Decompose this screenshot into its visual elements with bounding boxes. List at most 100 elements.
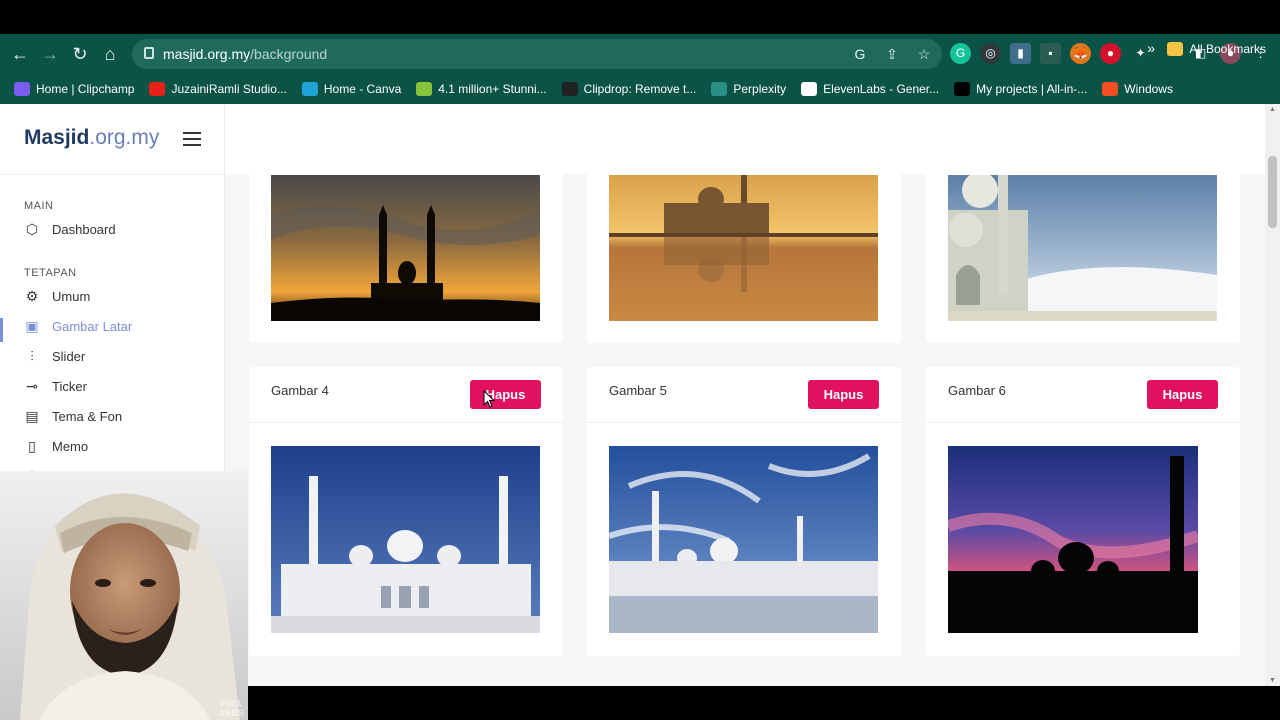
bookmark-favicon-icon bbox=[301, 82, 318, 96]
all-bookmarks-label: All Bookmarks bbox=[1189, 42, 1266, 56]
home-icon[interactable]: ⌂ bbox=[98, 42, 122, 66]
scroll-up-icon[interactable]: ▲ bbox=[1268, 106, 1277, 113]
background-image-putra-mosque-reflection[interactable] bbox=[609, 175, 878, 321]
all-bookmarks[interactable]: All Bookmarks bbox=[1167, 42, 1266, 56]
metamask-icon[interactable]: 🦊 bbox=[1070, 43, 1091, 64]
star-icon[interactable]: ☆ bbox=[914, 44, 934, 64]
sidebar-section-title: MAIN bbox=[24, 200, 54, 212]
bookmark-label: Home - Canva bbox=[323, 82, 402, 96]
active-indicator bbox=[0, 318, 3, 342]
background-image-sunset-minarets[interactable] bbox=[271, 175, 540, 321]
gear-icon: ⚙ bbox=[25, 288, 39, 304]
bookmarks-bar: Home | Clipchamp JuzainiRamli Studio... Ho… bbox=[0, 74, 1280, 104]
folder-icon bbox=[1167, 42, 1184, 56]
browser-toolbar: ← → ↻ ⌂ masjid.org.my/background G ⇪ ☆ G… bbox=[0, 34, 1280, 74]
delete-button[interactable]: Hapus bbox=[808, 380, 879, 409]
bookmark-item[interactable]: My projects | All-in-... bbox=[954, 82, 1087, 96]
bookmark-label: JuzainiRamli Studio... bbox=[171, 82, 287, 96]
bookmark-favicon-icon bbox=[149, 82, 166, 96]
lock-icon bbox=[144, 47, 154, 59]
presenter-webcam-overlay: PIKA ABBS bbox=[0, 471, 248, 720]
compass-icon[interactable]: ◎ bbox=[980, 43, 1001, 64]
background-image-card: Gambar 4 Hapus bbox=[249, 367, 563, 656]
card-title: Gambar 5 bbox=[609, 383, 667, 398]
sidebar-item-label: Ticker bbox=[52, 378, 87, 394]
sidebar-item-ticker[interactable]: ⊸ Ticker bbox=[24, 371, 214, 401]
extension-icon[interactable]: ▪ bbox=[1040, 43, 1061, 64]
sidebar-item-label: Slider bbox=[52, 348, 86, 364]
sidebar-item-label: Gambar Latar bbox=[52, 318, 133, 334]
sidebar-item-slider[interactable]: ⫶ Slider bbox=[24, 341, 214, 371]
site-logo[interactable]: Masjid.org.my bbox=[24, 126, 159, 150]
bookmark-favicon-icon bbox=[1102, 82, 1119, 96]
presenter-illustration bbox=[0, 471, 248, 720]
mouse-cursor-icon bbox=[483, 390, 495, 408]
bookmark-favicon-icon bbox=[801, 82, 818, 96]
cube-icon: ⬡ bbox=[25, 221, 39, 237]
bookmark-favicon-icon bbox=[711, 82, 728, 96]
scrollbar[interactable]: ▲ ▼ bbox=[1265, 104, 1280, 686]
hamburger-menu-icon[interactable] bbox=[183, 132, 201, 150]
google-icon[interactable]: G bbox=[850, 44, 870, 64]
bookmark-item[interactable]: JuzainiRamli Studio... bbox=[149, 82, 287, 96]
bookmark-label: My projects | All-in-... bbox=[976, 82, 1088, 96]
sidebar-item-tema-fon[interactable]: ▤ Tema & Fon bbox=[24, 401, 214, 431]
commit-icon: ⊸ bbox=[26, 378, 38, 394]
video-letterbox-top bbox=[0, 0, 1280, 34]
more-bookmarks-icon[interactable]: » bbox=[1147, 40, 1155, 56]
background-image-card bbox=[926, 104, 1240, 343]
watermark: PIKA ABBS bbox=[218, 699, 244, 718]
sidebar-item-umum[interactable]: ⚙ Umum bbox=[24, 281, 214, 311]
delete-button[interactable]: Hapus bbox=[470, 380, 541, 409]
browser-chrome: ← → ↻ ⌂ masjid.org.my/background G ⇪ ☆ G… bbox=[0, 34, 1280, 104]
bookmark-item[interactable]: Home - Canva bbox=[301, 82, 402, 96]
bookmark-label: Windows bbox=[1124, 82, 1173, 96]
bookmark-item[interactable]: Clipdrop: Remove t... bbox=[561, 82, 697, 96]
bookmark-favicon-icon bbox=[954, 82, 971, 96]
bookmark-label: Clipdrop: Remove t... bbox=[583, 82, 697, 96]
sliders-icon: ⫶ bbox=[30, 348, 34, 364]
layout-icon: ▤ bbox=[25, 408, 39, 424]
sidebar-item-label: Umum bbox=[52, 288, 91, 304]
background-image-grand-mosque-wide-sky[interactable] bbox=[609, 446, 878, 638]
background-image-card bbox=[249, 104, 563, 343]
delete-button[interactable]: Hapus bbox=[1147, 380, 1218, 409]
bookmark-item[interactable]: 4.1 million+ Stunni... bbox=[416, 82, 547, 96]
image-icon: ▣ bbox=[25, 318, 39, 334]
bookmark-item[interactable]: Perplexity bbox=[711, 82, 786, 96]
bookmark-label: Perplexity bbox=[733, 82, 787, 96]
address-bar[interactable]: masjid.org.my/background G ⇪ ☆ bbox=[132, 39, 942, 69]
bookmark-favicon-icon bbox=[561, 82, 578, 96]
background-image-card: Gambar 6 Hapus bbox=[926, 367, 1240, 656]
background-image-mosque-sky-corner[interactable] bbox=[948, 175, 1217, 321]
background-image-grand-mosque-white-dome[interactable] bbox=[271, 446, 540, 638]
bookmark-favicon-icon bbox=[416, 82, 433, 96]
background-image-mosque-silhouette-dusk[interactable] bbox=[948, 446, 1198, 638]
extension-icon[interactable]: ▮ bbox=[1010, 43, 1031, 64]
bookmark-label: ElevenLabs - Gener... bbox=[823, 82, 940, 96]
bookmark-item[interactable]: Windows bbox=[1102, 82, 1173, 96]
grammarly-icon[interactable]: G bbox=[950, 43, 971, 64]
background-image-card bbox=[587, 104, 901, 343]
bookmark-label: Home | Clipchamp bbox=[36, 82, 135, 96]
sidebar-item-label: Dashboard bbox=[52, 221, 116, 237]
sidebar-item-gambar-latar[interactable]: ▣ Gambar Latar bbox=[24, 311, 214, 341]
sidebar-item-label: Tema & Fon bbox=[52, 408, 123, 424]
shield-extension-icon[interactable]: ● bbox=[1100, 43, 1121, 64]
sidebar-item-memo[interactable]: ▯ Memo bbox=[24, 431, 214, 461]
url-text: masjid.org.my/background bbox=[163, 46, 328, 62]
scroll-down-icon[interactable]: ▼ bbox=[1268, 677, 1277, 684]
sidebar-item-dashboard[interactable]: ⬡ Dashboard bbox=[24, 214, 214, 244]
sidebar-section-title: TETAPAN bbox=[24, 267, 77, 279]
file-icon: ▯ bbox=[28, 438, 36, 454]
forward-arrow-icon[interactable]: → bbox=[38, 42, 62, 66]
scrollbar-thumb[interactable] bbox=[1268, 156, 1277, 228]
sidebar-item-label: Memo bbox=[52, 438, 89, 454]
back-arrow-icon[interactable]: ← bbox=[8, 42, 32, 66]
card-title: Gambar 4 bbox=[271, 383, 329, 398]
bookmark-item[interactable]: ElevenLabs - Gener... bbox=[801, 82, 939, 96]
reload-icon[interactable]: ↻ bbox=[68, 42, 92, 66]
bookmark-item[interactable]: Home | Clipchamp bbox=[14, 82, 134, 96]
share-icon[interactable]: ⇪ bbox=[882, 44, 902, 64]
bookmark-label: 4.1 million+ Stunni... bbox=[438, 82, 547, 96]
